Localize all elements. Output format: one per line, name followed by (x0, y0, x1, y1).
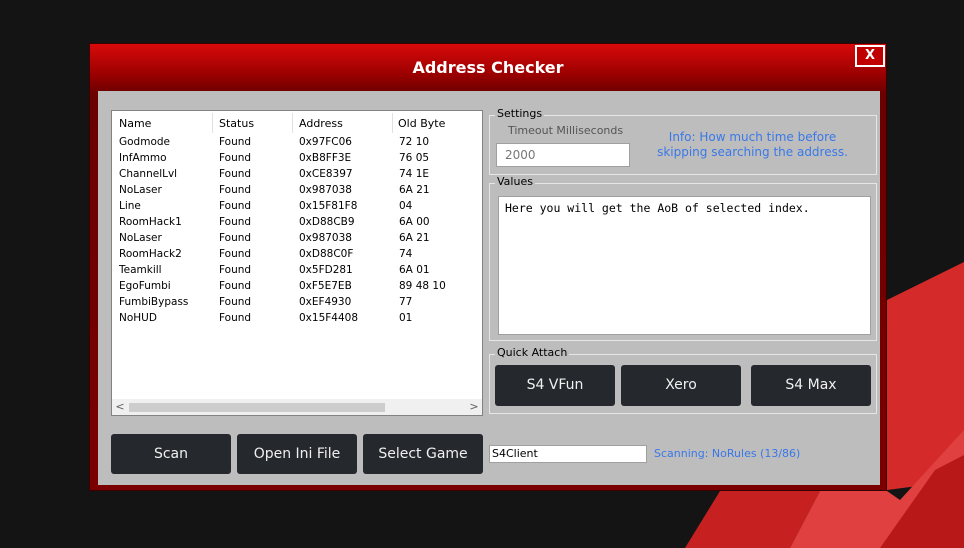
cell-status: Found (219, 264, 252, 276)
table-row[interactable]: Godmode Found 0x97FC06 72 10 (112, 135, 482, 151)
cell-status: Found (219, 232, 252, 244)
table-row[interactable]: Teamkill Found 0x5FD281 6A 01 (112, 263, 482, 279)
process-name-input[interactable]: S4Client (489, 445, 647, 463)
cell-old-byte: 01 (399, 312, 413, 324)
cell-old-byte: 76 05 (399, 152, 430, 164)
timeout-input[interactable]: 2000 (496, 143, 630, 167)
info-line-1: Info: How much time before (668, 130, 837, 144)
cell-name: ChannelLvl (119, 168, 178, 180)
cell-status: Found (219, 200, 252, 212)
cell-name: EgoFumbi (119, 280, 171, 292)
cell-old-byte: 6A 21 (399, 232, 430, 244)
cell-old-byte: 04 (399, 200, 413, 212)
cell-address: 0x987038 (299, 184, 352, 196)
cell-old-byte: 72 10 (399, 136, 430, 148)
cell-name: Line (119, 200, 141, 212)
column-status[interactable]: Status (219, 117, 254, 130)
column-address[interactable]: Address (299, 117, 343, 130)
cell-old-byte: 6A 00 (399, 216, 430, 228)
cell-address: 0x987038 (299, 232, 352, 244)
scroll-right-arrow-icon[interactable]: > (466, 399, 482, 415)
table-row[interactable]: InfAmmo Found 0xB8FF3E 76 05 (112, 151, 482, 167)
cell-address: 0xB8FF3E (299, 152, 352, 164)
cell-status: Found (219, 280, 252, 292)
address-checker-window: Address Checker X Name Status Address Ol… (89, 43, 887, 491)
select-game-button[interactable]: Select Game (363, 434, 483, 474)
column-old-byte[interactable]: Old Byte (398, 117, 445, 130)
table-row[interactable]: Line Found 0x15F81F8 04 (112, 199, 482, 215)
cell-name: InfAmmo (119, 152, 167, 164)
timeout-label: Timeout Milliseconds (508, 124, 624, 137)
xero-button[interactable]: Xero (621, 365, 741, 406)
values-group-label: Values (495, 175, 535, 188)
cell-status: Found (219, 216, 252, 228)
scroll-thumb[interactable] (129, 403, 385, 412)
cell-old-byte: 89 48 10 (399, 280, 446, 292)
aob-textbox[interactable]: Here you will get the AoB of selected in… (498, 196, 871, 335)
cell-address: 0xCE8397 (299, 168, 353, 180)
cell-status: Found (219, 168, 252, 180)
close-button[interactable]: X (855, 45, 885, 67)
table-row[interactable]: EgoFumbi Found 0xF5E7EB 89 48 10 (112, 279, 482, 295)
column-separator[interactable] (212, 113, 213, 133)
settings-group: Settings Timeout Milliseconds 2000 Info:… (489, 107, 877, 175)
scroll-left-arrow-icon[interactable]: < (112, 399, 128, 415)
cell-address: 0x15F81F8 (299, 200, 358, 212)
cell-old-byte: 74 (399, 248, 413, 260)
table-row[interactable]: NoLaser Found 0x987038 6A 21 (112, 231, 482, 247)
cell-name: FumbiBypass (119, 296, 189, 308)
horizontal-scrollbar[interactable]: < > (112, 399, 482, 415)
cell-status: Found (219, 312, 252, 324)
table-row[interactable]: FumbiBypass Found 0xEF4930 77 (112, 295, 482, 311)
cell-status: Found (219, 184, 252, 196)
table-row[interactable]: RoomHack2 Found 0xD88C0F 74 (112, 247, 482, 263)
column-name[interactable]: Name (119, 117, 151, 130)
cell-address: 0xD88C0F (299, 248, 354, 260)
scan-button[interactable]: Scan (111, 434, 231, 474)
info-line-2: skipping searching the address. (657, 145, 848, 159)
cell-status: Found (219, 248, 252, 260)
cell-status: Found (219, 152, 252, 164)
cell-name: Teamkill (119, 264, 162, 276)
list-header: Name Status Address Old Byte (112, 111, 482, 135)
open-ini-file-button[interactable]: Open Ini File (237, 434, 357, 474)
cell-old-byte: 77 (399, 296, 413, 308)
cell-status: Found (219, 296, 252, 308)
column-separator[interactable] (392, 113, 393, 133)
cell-old-byte: 6A 21 (399, 184, 430, 196)
cell-name: NoLaser (119, 232, 162, 244)
cell-address: 0xF5E7EB (299, 280, 352, 292)
settings-group-label: Settings (495, 107, 545, 120)
s4-vfun-button[interactable]: S4 VFun (495, 365, 615, 406)
scan-status: Scanning: NoRules (13/86) (654, 447, 801, 460)
cell-old-byte: 6A 01 (399, 264, 430, 276)
values-group: Values Here you will get the AoB of sele… (489, 175, 877, 341)
cell-address: 0x97FC06 (299, 136, 352, 148)
table-row[interactable]: ChannelLvl Found 0xCE8397 74 1E (112, 167, 482, 183)
table-row[interactable]: NoLaser Found 0x987038 6A 21 (112, 183, 482, 199)
cell-old-byte: 74 1E (399, 168, 430, 180)
cell-address: 0x5FD281 (299, 264, 353, 276)
cell-name: RoomHack2 (119, 248, 182, 260)
quick-attach-group: Quick Attach S4 VFun Xero S4 Max (489, 346, 877, 414)
table-row[interactable]: NoHUD Found 0x15F4408 01 (112, 311, 482, 327)
cell-address: 0xD88CB9 (299, 216, 355, 228)
cell-name: NoHUD (119, 312, 157, 324)
window-title: Address Checker (412, 58, 564, 77)
address-list[interactable]: Name Status Address Old Byte Godmode Fou… (111, 110, 483, 416)
timeout-info: Info: How much time before skipping sear… (640, 130, 865, 160)
cell-name: RoomHack1 (119, 216, 182, 228)
client-area: Name Status Address Old Byte Godmode Fou… (98, 91, 880, 485)
cell-address: 0x15F4408 (299, 312, 359, 324)
cell-status: Found (219, 136, 252, 148)
cell-name: Godmode (119, 136, 171, 148)
table-row[interactable]: RoomHack1 Found 0xD88CB9 6A 00 (112, 215, 482, 231)
quick-attach-group-label: Quick Attach (495, 346, 570, 359)
cell-address: 0xEF4930 (299, 296, 352, 308)
column-separator[interactable] (292, 113, 293, 133)
cell-name: NoLaser (119, 184, 162, 196)
s4-max-button[interactable]: S4 Max (751, 365, 871, 406)
